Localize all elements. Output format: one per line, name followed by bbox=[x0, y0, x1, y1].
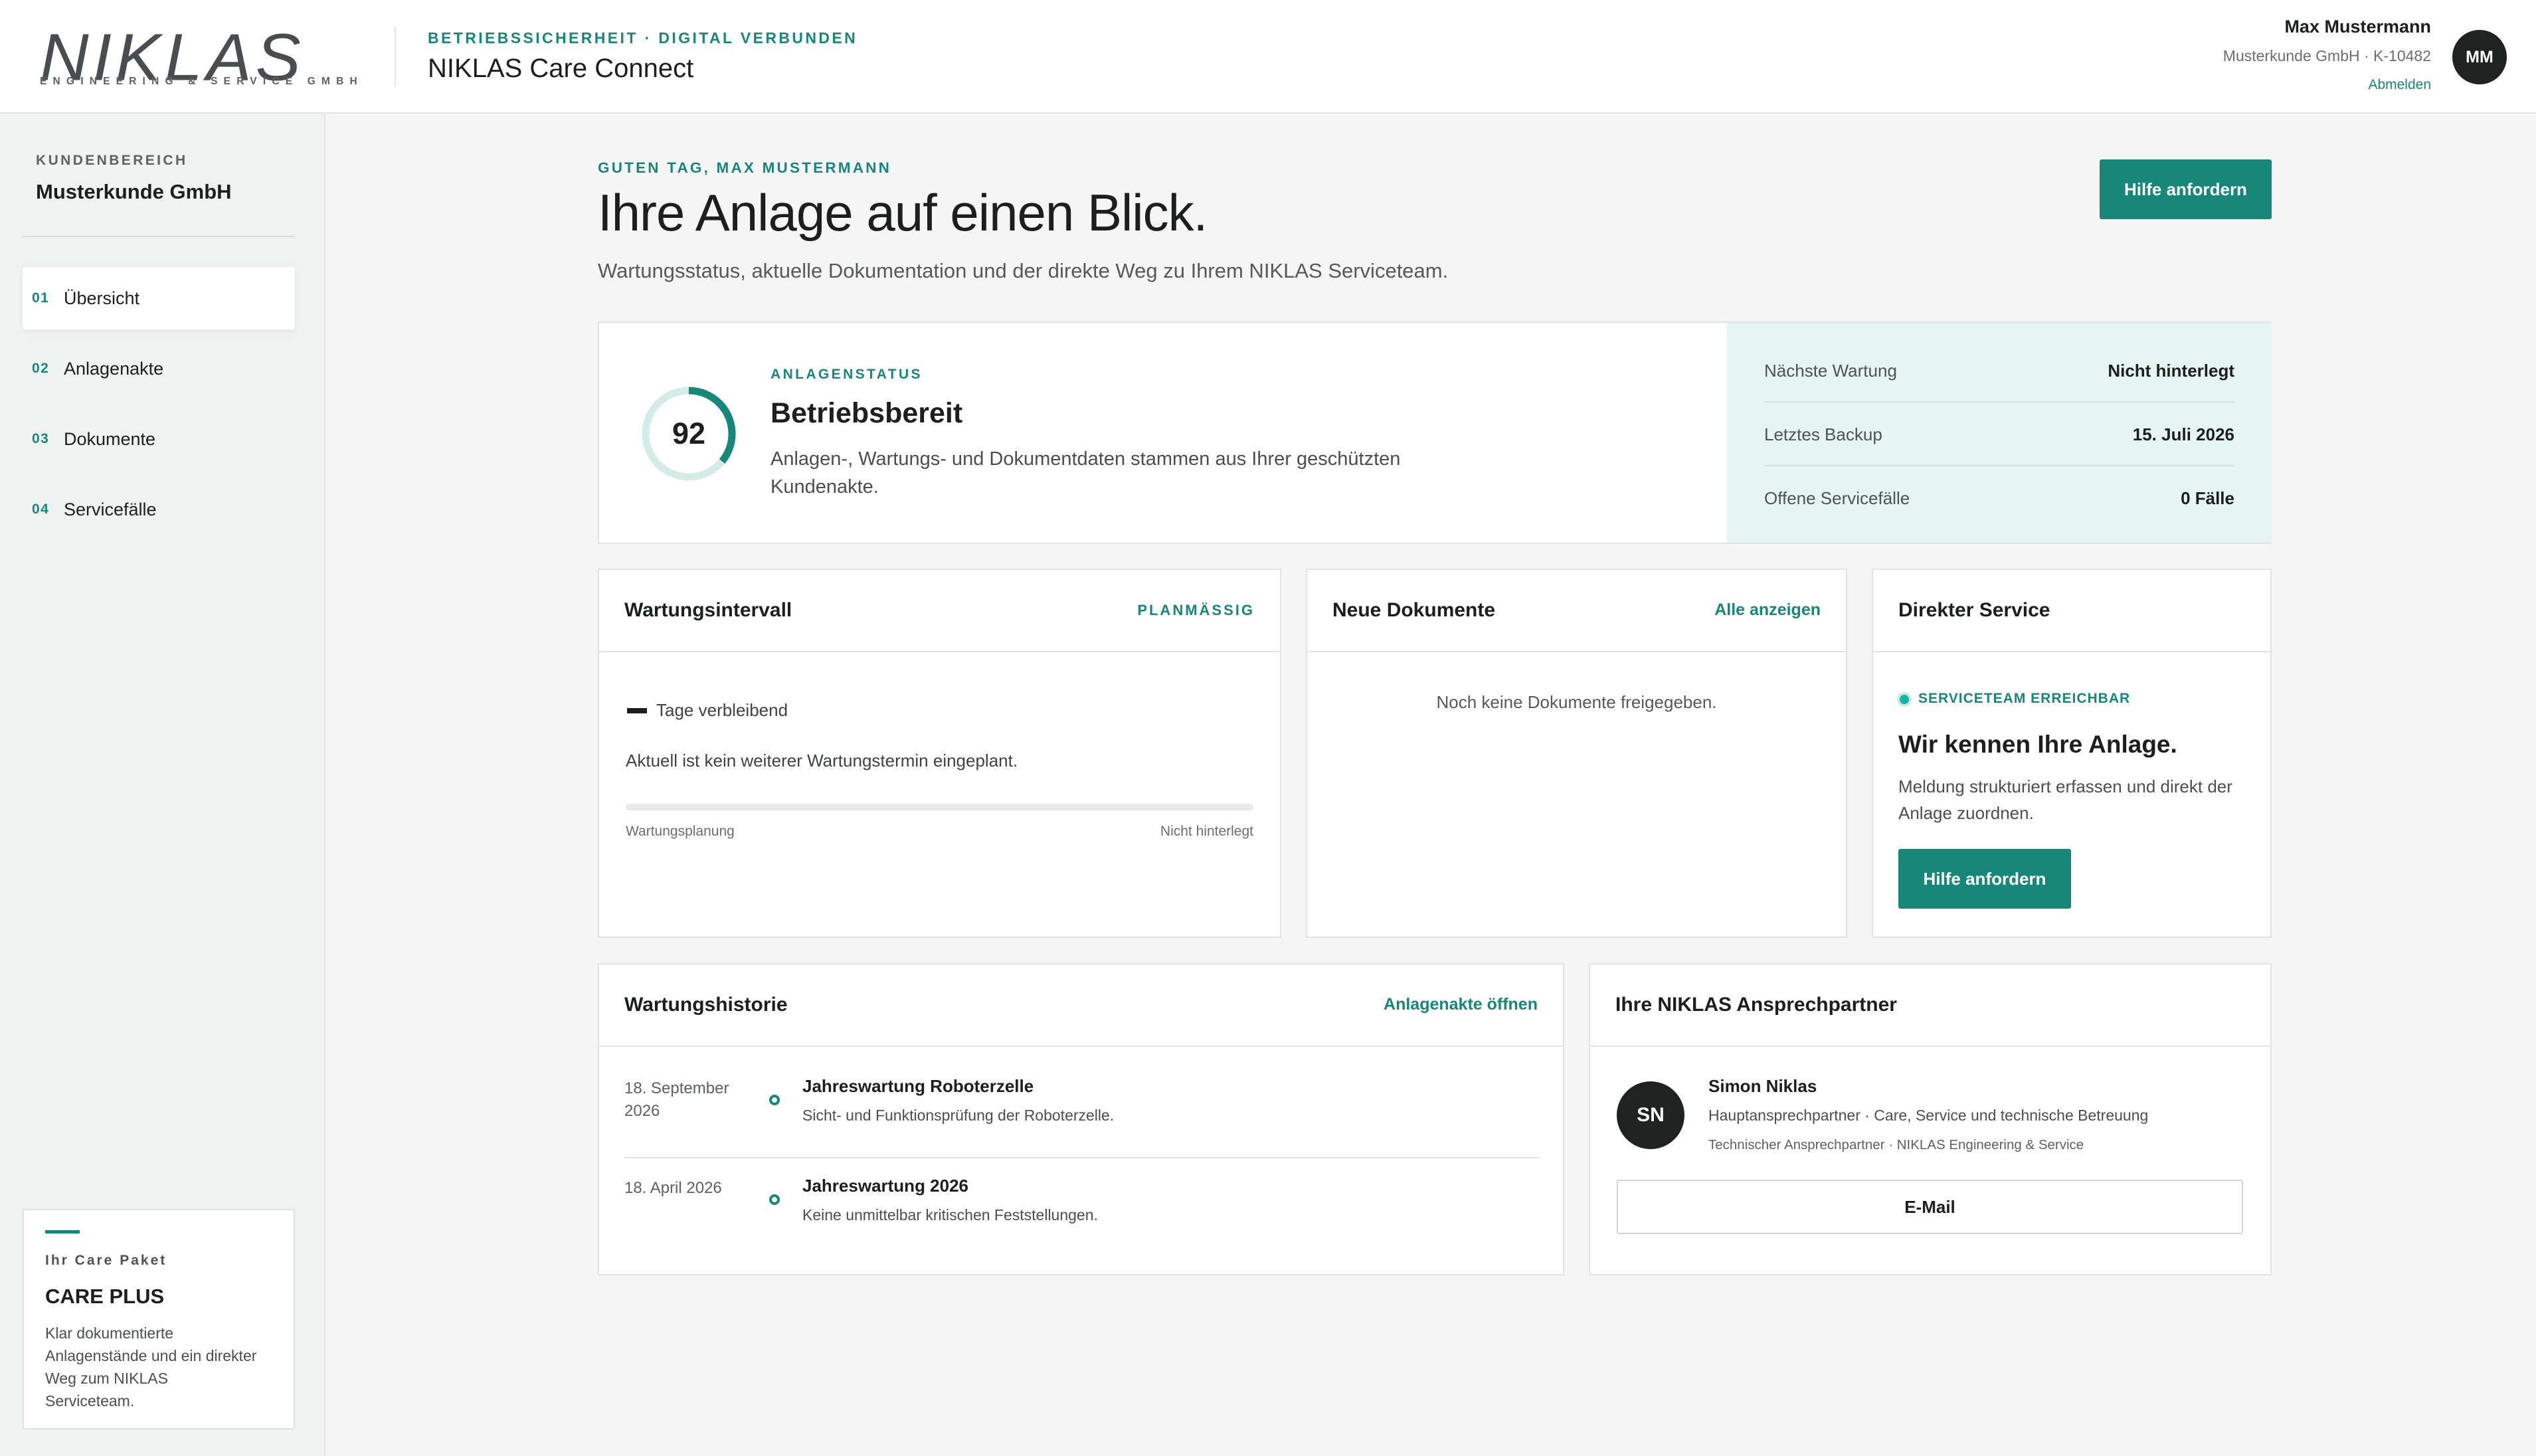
nav-number: 03 bbox=[32, 431, 50, 446]
nav-label: Servicefälle bbox=[64, 499, 157, 519]
history-entry[interactable]: 18. September 2026 Jahreswartung Roboter… bbox=[624, 1048, 1540, 1146]
nav-number: 01 bbox=[32, 290, 50, 306]
sidebar-item-uebersicht[interactable]: 01 Übersicht bbox=[23, 267, 295, 329]
status-kicker: ANLAGENSTATUS bbox=[770, 367, 923, 382]
service-help-button[interactable]: Hilfe anfordern bbox=[1898, 849, 2071, 909]
care-accent-bar bbox=[45, 1230, 80, 1233]
history-title: Jahreswartung 2026 bbox=[802, 1176, 969, 1196]
service-text: Meldung strukturiert erfassen und direkt… bbox=[1898, 776, 2232, 823]
service-heading: Wir kennen Ihre Anlage. bbox=[1898, 731, 2177, 758]
card-header: Neue Dokumente Alle anzeigen bbox=[1307, 570, 1846, 652]
page-subtitle: Wartungsstatus, aktuelle Dokumentation u… bbox=[598, 259, 1449, 282]
maintenance-history-card: Wartungshistorie Anlagenakte öffnen 18. … bbox=[598, 963, 1564, 1275]
nav-label: Anlagenakte bbox=[64, 358, 164, 379]
progress-left-label: Wartungsplanung bbox=[626, 824, 735, 839]
history-text: Sicht- und Funktionsprüfung der Roboterz… bbox=[802, 1107, 1115, 1124]
plant-status-card: 92 ANLAGENSTATUS Betriebsbereit Anlagen-… bbox=[598, 321, 2272, 544]
care-title: CARE PLUS bbox=[45, 1285, 165, 1308]
timeline-dot-icon bbox=[769, 1095, 780, 1105]
maintenance-text: Aktuell ist kein weiterer Wartungstermin… bbox=[626, 751, 1018, 771]
care-kicker: Ihr Care Paket bbox=[45, 1253, 167, 1268]
header-kicker: BETRIEBSSICHERHEIT · DIGITAL VERBUNDEN bbox=[428, 29, 858, 46]
card-header: Ihre NIKLAS Ansprechpartner bbox=[1590, 964, 2270, 1047]
sidebar-item-servicefaelle[interactable]: 04 Servicefälle bbox=[23, 478, 295, 541]
nav-number: 02 bbox=[32, 361, 50, 376]
logout-link[interactable]: Abmelden bbox=[2368, 77, 2431, 93]
nav-label: Übersicht bbox=[64, 288, 140, 308]
history-entry[interactable]: 18. April 2026 Jahreswartung 2026 Keine … bbox=[624, 1148, 1540, 1246]
sidebar: KUNDENBEREICH Musterkunde GmbH 01 Übersi… bbox=[0, 114, 325, 1456]
contact-person-card: Ihre NIKLAS Ansprechpartner SN Simon Nik… bbox=[1589, 963, 2272, 1275]
contact-role: Hauptansprechpartner · Care, Service und… bbox=[1708, 1107, 2149, 1124]
days-remaining-label: Tage verbleibend bbox=[656, 700, 788, 720]
nav-label: Dokumente bbox=[64, 428, 156, 449]
new-documents-card: Neue Dokumente Alle anzeigen Noch keine … bbox=[1306, 569, 1847, 938]
empty-state-text: Noch keine Dokumente freigegeben. bbox=[1436, 692, 1717, 712]
history-date: 18. April 2026 bbox=[624, 1179, 722, 1197]
user-avatar[interactable]: MM bbox=[2452, 30, 2507, 84]
app-title: NIKLAS Care Connect bbox=[428, 54, 694, 83]
niklas-logo[interactable]: NIKLAS ENGINEERING & SERVICE GMBH bbox=[40, 24, 363, 90]
top-header: NIKLAS ENGINEERING & SERVICE GMBH BETRIE… bbox=[0, 0, 2536, 114]
fact-key: Offene Servicefälle bbox=[1764, 488, 1910, 508]
history-text: Keine unmittelbar kritischen Feststellun… bbox=[802, 1206, 1098, 1224]
maintenance-progress-bar bbox=[626, 804, 1253, 810]
direct-service-card: Direkter Service SERVICETEAM ERREICHBAR … bbox=[1872, 569, 2272, 938]
logo-subtext: ENGINEERING & SERVICE GMBH bbox=[40, 76, 363, 87]
card-header: Wartungshistorie Anlagenakte öffnen bbox=[599, 964, 1563, 1047]
status-title: Betriebsbereit bbox=[770, 397, 963, 429]
card-title: Ihre NIKLAS Ansprechpartner bbox=[1615, 994, 1897, 1016]
service-status: SERVICETEAM ERREICHBAR bbox=[1918, 691, 2131, 706]
user-name: Max Mustermann bbox=[2284, 17, 2431, 37]
open-asset-file-link[interactable]: Anlagenakte öffnen bbox=[1384, 995, 1538, 1014]
email-button[interactable]: E-Mail bbox=[1617, 1180, 2243, 1234]
contact-organization: Technischer Ansprechpartner · NIKLAS Eng… bbox=[1708, 1137, 2084, 1152]
sidebar-kicker: KUNDENBEREICH bbox=[36, 153, 188, 168]
contact-name: Simon Niklas bbox=[1708, 1076, 1817, 1096]
maintenance-interval-card: Wartungsintervall PLANMÄSSIG Tage verble… bbox=[598, 569, 1281, 938]
help-request-button[interactable]: Hilfe anfordern bbox=[2100, 159, 2272, 219]
progress-right-label: Nicht hinterlegt bbox=[1160, 824, 1253, 839]
fact-key: Letztes Backup bbox=[1764, 424, 1882, 444]
care-package-card: Ihr Care Paket CARE PLUS Klar dokumentie… bbox=[23, 1209, 295, 1429]
show-all-link[interactable]: Alle anzeigen bbox=[1714, 600, 1821, 620]
page-title: Ihre Anlage auf einen Blick. bbox=[598, 183, 1208, 242]
timeline-dot-icon bbox=[769, 1194, 780, 1205]
sidebar-company: Musterkunde GmbH bbox=[36, 180, 232, 203]
card-title: Wartungshistorie bbox=[624, 994, 788, 1016]
sidebar-item-anlagenakte[interactable]: 02 Anlagenakte bbox=[23, 337, 295, 400]
sidebar-divider bbox=[23, 236, 295, 237]
card-title: Wartungsintervall bbox=[624, 599, 792, 621]
fact-next-maintenance: Nächste Wartung Nicht hinterlegt bbox=[1764, 339, 2234, 403]
status-dot-icon bbox=[1900, 695, 1909, 704]
care-text: Klar dokumentierte Anlagenstände und ein… bbox=[45, 1324, 257, 1410]
status-description: Anlagen-, Wartungs- und Dokumentdaten st… bbox=[770, 448, 1401, 498]
status-score: 92 bbox=[672, 416, 706, 450]
days-remaining-value bbox=[627, 708, 647, 713]
status-facts-panel: Nächste Wartung Nicht hinterlegt Letztes… bbox=[1727, 323, 2272, 543]
card-title: Neue Dokumente bbox=[1332, 599, 1496, 621]
card-header: Wartungsintervall PLANMÄSSIG bbox=[599, 570, 1280, 652]
contact-avatar: SN bbox=[1617, 1081, 1684, 1149]
history-date: 18. September 2026 bbox=[624, 1079, 729, 1120]
user-company: Musterkunde GmbH · K-10482 bbox=[2222, 47, 2431, 64]
status-badge: PLANMÄSSIG bbox=[1137, 602, 1255, 618]
fact-last-backup: Letztes Backup 15. Juli 2026 bbox=[1764, 403, 2234, 466]
fact-value: 0 Fälle bbox=[2181, 488, 2234, 508]
greeting: GUTEN TAG, MAX MUSTERMANN bbox=[598, 159, 892, 176]
fact-key: Nächste Wartung bbox=[1764, 360, 1897, 381]
nav-number: 04 bbox=[32, 501, 50, 517]
header-divider bbox=[395, 27, 396, 86]
card-title: Direkter Service bbox=[1898, 599, 2050, 621]
fact-open-cases: Offene Servicefälle 0 Fälle bbox=[1764, 466, 2234, 530]
history-title: Jahreswartung Roboterzelle bbox=[802, 1076, 1034, 1096]
card-header: Direkter Service bbox=[1873, 570, 2270, 652]
fact-value: 15. Juli 2026 bbox=[2132, 424, 2234, 444]
fact-value: Nicht hinterlegt bbox=[2108, 360, 2234, 381]
sidebar-item-dokumente[interactable]: 03 Dokumente bbox=[23, 408, 295, 470]
